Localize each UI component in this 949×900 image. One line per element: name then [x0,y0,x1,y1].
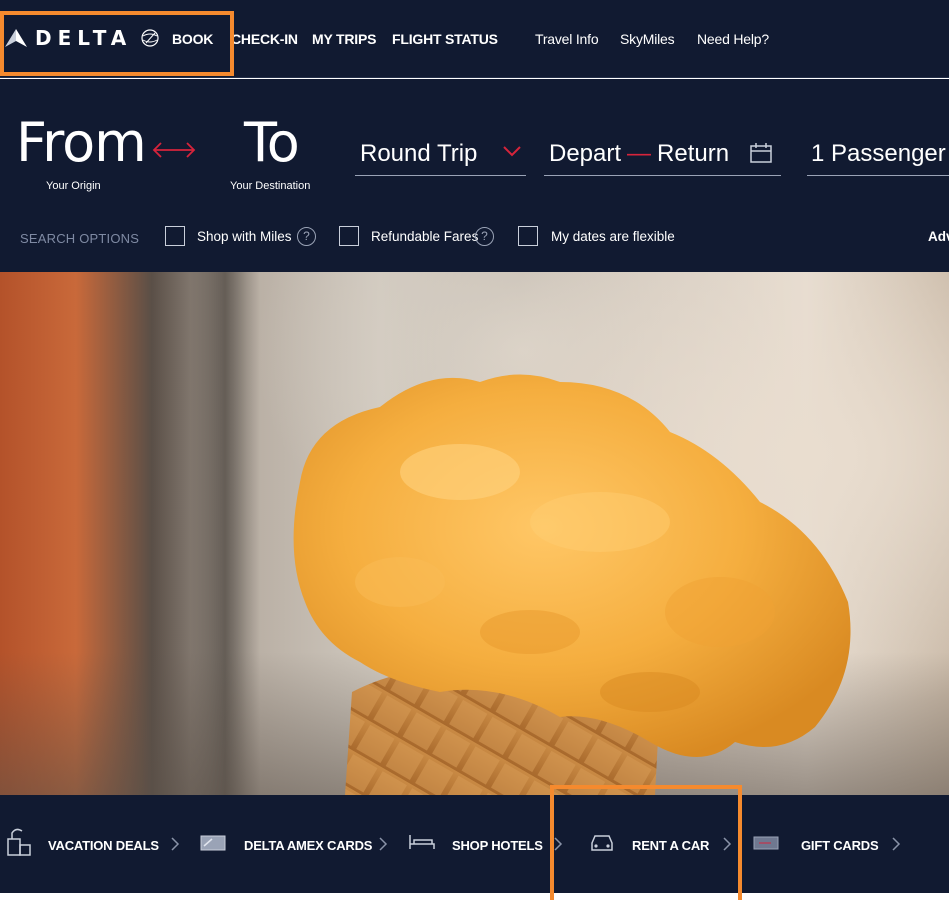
help-icon[interactable]: ? [297,227,316,246]
credit-card-icon [200,835,226,851]
page-bottom-edge [0,893,949,900]
chevron-right-icon [554,837,563,851]
origin-field[interactable]: From [16,111,147,174]
delta-widget-icon [5,29,27,47]
vacation-deals-link[interactable]: VACATION DEALS [48,838,159,853]
search-options-title: SEARCH OPTIONS [20,231,140,246]
shop-with-miles-checkbox[interactable] [165,226,185,246]
nav-check-in[interactable]: CHECK-IN [231,31,298,47]
depart-label: Depart [549,139,622,167]
brand-name: DELTA [35,26,133,50]
gift-card-icon [753,836,779,850]
rent-a-car-link[interactable]: RENT A CAR [632,838,709,853]
destination-field[interactable]: To [244,111,300,174]
gift-cards-link[interactable]: GIFT CARDS [801,838,879,853]
chevron-right-icon [379,837,388,851]
date-picker[interactable]: Depart — Return [544,132,781,176]
shop-with-miles-label: Shop with Miles [197,229,292,244]
flexible-dates-checkbox[interactable] [518,226,538,246]
calendar-icon [750,143,772,163]
skyteam-globe-icon [141,29,159,47]
nav-book[interactable]: BOOK [172,31,213,47]
help-icon[interactable]: ? [475,227,494,246]
passenger-value: 1 Passenger [811,139,946,167]
nav-my-trips[interactable]: MY TRIPS [312,31,376,47]
delta-amex-cards-link[interactable]: DELTA AMEX CARDS [244,838,372,853]
vacation-icon [7,828,31,856]
origin-label: Your Origin [46,180,101,192]
promo-links-bar: VACATION DEALS DELTA AMEX CARDS SHOP HOT… [0,795,949,893]
refundable-fares-checkbox[interactable] [339,226,359,246]
chevron-right-icon [892,837,901,851]
refundable-fares-label: Refundable Fares [371,229,479,244]
passenger-select[interactable]: 1 Passenger [807,132,949,176]
nav-travel-info[interactable]: Travel Info [535,31,599,47]
ice-cream-cone-image [293,374,851,795]
delta-logo[interactable]: DELTA [5,26,160,50]
bed-icon [409,835,435,849]
date-separator: — [627,139,652,167]
shop-hotels-link[interactable]: SHOP HOTELS [452,838,543,853]
nav-flight-status[interactable]: FLIGHT STATUS [392,31,498,47]
destination-label: Your Destination [230,180,311,192]
chevron-right-icon [171,837,180,851]
swap-arrows-icon[interactable] [150,138,198,162]
nav-skymiles[interactable]: SkyMiles [620,31,675,47]
advanced-search-link[interactable]: Adv [928,229,949,244]
top-navigation: DELTA BOOK CHECK-IN MY TRIPS FLIGHT STAT… [0,0,949,78]
trip-type-value: Round Trip [360,139,478,167]
return-label: Return [657,139,730,167]
car-icon [591,835,613,851]
nav-need-help[interactable]: Need Help? [697,31,769,47]
chevron-down-icon [503,146,521,157]
chevron-right-icon [723,837,732,851]
flexible-dates-label: My dates are flexible [551,229,675,244]
hero-image [0,272,949,795]
trip-type-select[interactable]: Round Trip [355,132,526,176]
